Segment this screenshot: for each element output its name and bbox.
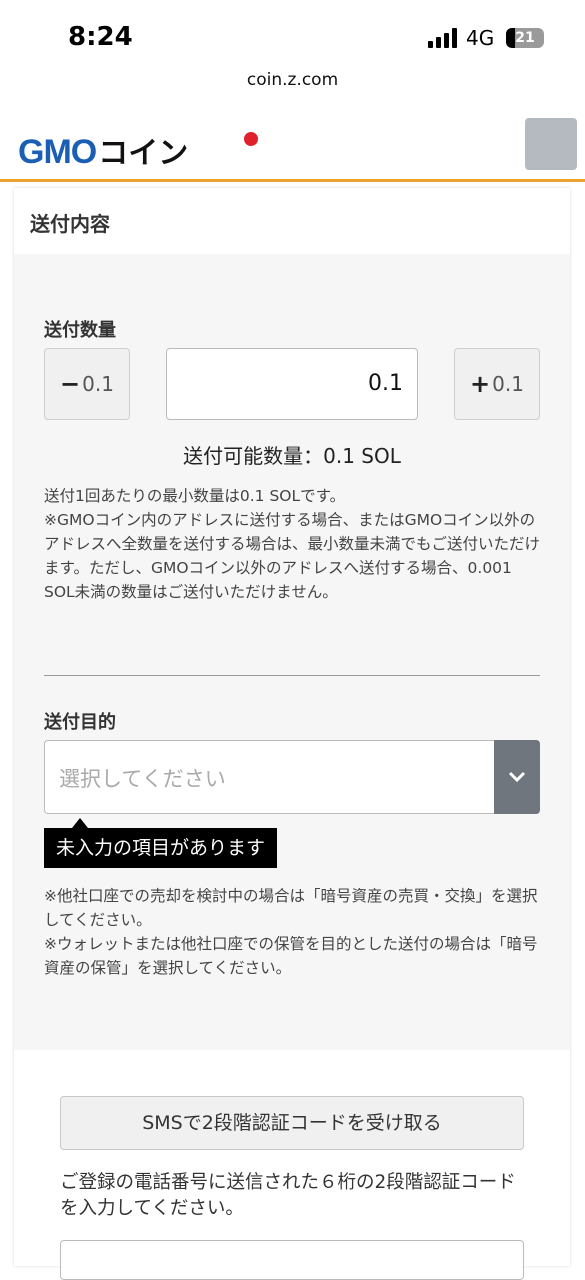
battery-icon: 21 bbox=[506, 28, 544, 48]
verification-code-input[interactable] bbox=[60, 1240, 524, 1280]
chevron-down-icon[interactable] bbox=[494, 740, 540, 814]
error-tooltip: 未入力の項目があります bbox=[44, 818, 278, 868]
sms-instruction: ご登録の電話番号に送信された６桁の2段階認証コードを入力してください。 bbox=[60, 1172, 516, 1219]
increase-amount: 0.1 bbox=[492, 372, 524, 396]
decrease-amount: 0.1 bbox=[82, 372, 114, 396]
network-type: 4G bbox=[466, 26, 495, 50]
quantity-label: 送付数量 bbox=[44, 320, 116, 341]
purpose-label: 送付目的 bbox=[44, 712, 116, 733]
address-bar-url[interactable]: coin.z.com bbox=[0, 70, 585, 90]
min-quantity-note: 送付1回あたりの最小数量は0.1 SOLです。 ※GMOコイン内のアドレスに送付… bbox=[44, 487, 541, 601]
divider bbox=[44, 675, 540, 676]
sms-section: SMSで2段階認証コードを受け取る ご登録の電話番号に送信された６桁の2段階認証… bbox=[14, 1050, 570, 1280]
card-header: 送付内容 bbox=[14, 188, 570, 254]
logo-gmo-text: GMO bbox=[18, 133, 97, 171]
available-quantity: 送付可能数量：0.1 SOL bbox=[183, 444, 401, 468]
purpose-note: ※他社口座での売却を検討中の場合は「暗号資産の売買・交換」を選択してください。 … bbox=[44, 887, 538, 977]
logo-coin-text: コイン bbox=[98, 136, 189, 171]
status-bar: 8:24 4G 21 bbox=[0, 0, 585, 70]
purpose-placeholder: 選択してください bbox=[59, 767, 226, 791]
transfer-details-card: 送付内容 送付数量 −0.1 0.1 +0.1 送付可能数量：0.1 SOL 送… bbox=[14, 188, 570, 1280]
signal-icon bbox=[428, 28, 458, 48]
decrease-button[interactable]: −0.1 bbox=[44, 348, 130, 420]
card-title: 送付内容 bbox=[30, 212, 110, 236]
site-header: GMOコイン bbox=[0, 106, 585, 182]
status-time: 8:24 bbox=[68, 22, 133, 52]
gmo-coin-logo[interactable]: GMOコイン bbox=[18, 128, 258, 171]
menu-button[interactable] bbox=[525, 118, 577, 170]
quantity-input[interactable]: 0.1 bbox=[166, 348, 418, 420]
minus-icon: − bbox=[60, 370, 81, 398]
logo-dot-icon bbox=[244, 132, 258, 146]
receive-sms-code-button[interactable]: SMSで2段階認証コードを受け取る bbox=[60, 1096, 524, 1150]
battery-level: 21 bbox=[515, 30, 535, 46]
plus-icon: + bbox=[470, 370, 491, 398]
increase-button[interactable]: +0.1 bbox=[454, 348, 540, 420]
purpose-select[interactable]: 選択してください bbox=[44, 740, 540, 814]
